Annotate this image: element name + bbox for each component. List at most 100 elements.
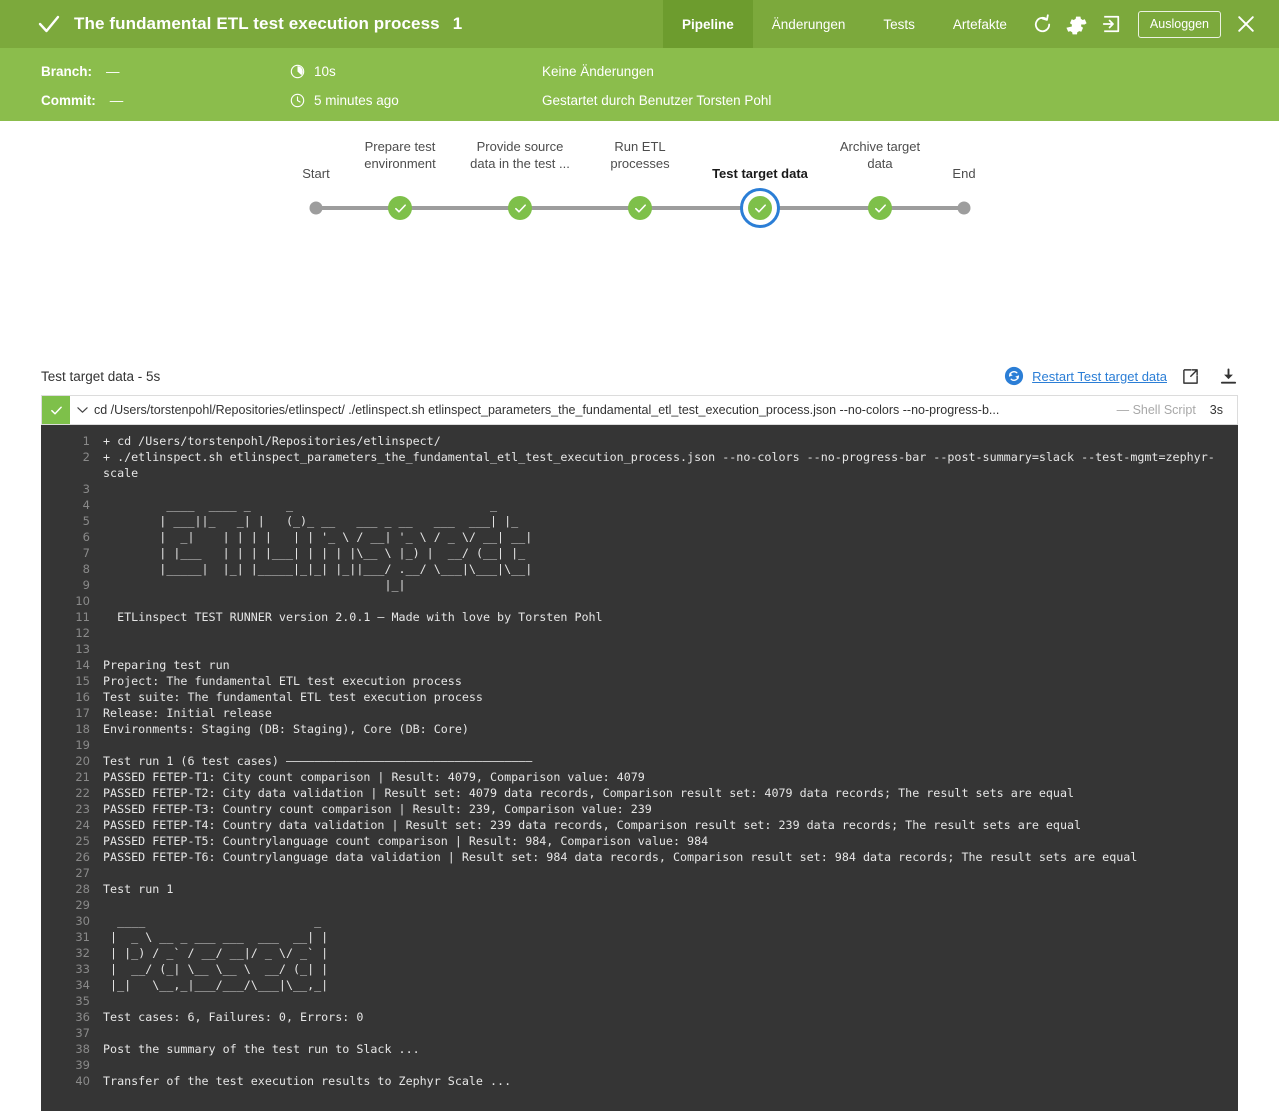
login-arrow-icon[interactable]: [1094, 0, 1128, 48]
clock-icon: [290, 93, 305, 108]
stage-node-prepare-test-environment[interactable]: [388, 196, 412, 220]
console-line: 4 ____ ____ _ _ _: [41, 497, 1238, 513]
console-line: 9 |_|: [41, 577, 1238, 593]
commit-field: Commit: —: [0, 93, 290, 108]
line-text: | __/ (_| \__ \__ \ __/ (_| |: [103, 962, 329, 976]
log-section-header: Test target data - 5s Restart Test targe…: [0, 361, 1279, 391]
timestamp-field: 5 minutes ago: [290, 93, 542, 108]
line-number: 17: [75, 706, 90, 720]
line-number: 32: [75, 946, 90, 960]
stage-label-test-target-data: Test target data: [712, 166, 808, 181]
success-check-icon: [748, 196, 772, 220]
line-text: Environments: Staging (DB: Staging), Cor…: [103, 722, 469, 736]
line-number: 28: [75, 882, 90, 896]
line-number: 40: [75, 1074, 90, 1088]
console-line: 5 | ___||_ _| | (_)_ __ ___ _ __ ___ ___…: [41, 513, 1238, 529]
success-check-icon: [388, 196, 412, 220]
stage-node-archive-target-data[interactable]: [868, 196, 892, 220]
line-text: |_____| |_| |_____|_|_| |_||___/ .__/ \_…: [103, 562, 533, 576]
console-line: 32 | |_) / _` / __/ __|/ _ \/ _` |: [41, 945, 1238, 961]
download-icon[interactable]: [1213, 364, 1243, 388]
console-line: 31 | _ \ __ _ ___ ___ ___ __| |: [41, 929, 1238, 945]
titlebar-left: The fundamental ETL test execution proce…: [0, 0, 663, 48]
close-icon[interactable]: [1229, 0, 1263, 48]
line-number: 6: [82, 530, 90, 544]
line-number: 29: [75, 898, 90, 912]
console-line: 26 PASSED FETEP-T6: Countrylanguage data …: [41, 849, 1238, 865]
main-nav: Pipeline Änderungen Tests Artefakte: [663, 0, 1026, 48]
external-link-icon[interactable]: [1175, 364, 1205, 388]
line-number: 37: [75, 1026, 90, 1040]
console-line: 30 ____ _: [41, 913, 1238, 929]
line-number: 36: [75, 1010, 90, 1024]
pipeline-stage-track: Start Prepare test environment Provide so…: [300, 138, 980, 228]
stage-node-test-target-data[interactable]: [740, 188, 780, 228]
stage-node-start[interactable]: [309, 201, 323, 215]
logout-button[interactable]: Ausloggen: [1137, 10, 1221, 38]
tab-artefakte[interactable]: Artefakte: [934, 0, 1026, 48]
log-header-actions: Restart Test target data: [1004, 364, 1243, 388]
success-check-icon: [508, 196, 532, 220]
line-number: 33: [75, 962, 90, 976]
selected-stage-ring: [740, 188, 780, 228]
console-line: 25 PASSED FETEP-T5: Countrylanguage count…: [41, 833, 1238, 849]
console-line: 28 Test run 1: [41, 881, 1238, 897]
tab-pipeline[interactable]: Pipeline: [663, 0, 753, 48]
line-number: 13: [75, 642, 90, 656]
line-number: 20: [75, 754, 90, 768]
line-text: | |___ | | | |___| | | | |\__ \ |_) | __…: [103, 546, 526, 560]
line-text: ____ _: [103, 914, 322, 928]
restart-circle-icon[interactable]: [1004, 366, 1024, 386]
line-number: 8: [82, 562, 90, 576]
console-line: 27: [41, 865, 1238, 881]
stopwatch-icon: [290, 64, 305, 79]
console-line: 6 | _| | | | | | | '_ \ / __| '_ \ / _ \…: [41, 529, 1238, 545]
gear-icon[interactable]: [1060, 0, 1094, 48]
console-line: 7 | |___ | | | |___| | | | |\__ \ |_) | …: [41, 545, 1238, 561]
tab-aenderungen[interactable]: Änderungen: [753, 0, 865, 48]
line-number: 23: [75, 802, 90, 816]
timestamp-value: 5 minutes ago: [314, 93, 399, 108]
console-line: 3: [41, 481, 1238, 497]
line-number: 9: [82, 578, 90, 592]
line-text: Project: The fundamental ETL test execut…: [103, 674, 462, 688]
changes-text: Keine Änderungen: [542, 64, 654, 79]
line-number: 16: [75, 690, 90, 704]
log-section-title: Test target data - 5s: [41, 368, 161, 384]
line-text: PASSED FETEP-T6: Countrylanguage data va…: [103, 850, 1138, 864]
duration-value: 10s: [314, 64, 336, 79]
line-text: Test run 1: [103, 882, 174, 896]
line-number: 14: [75, 658, 90, 672]
stage-node-end[interactable]: [957, 201, 971, 215]
line-number: 34: [75, 978, 90, 992]
line-number: 26: [75, 850, 90, 864]
line-number: 30: [75, 914, 90, 928]
chevron-down-icon[interactable]: [70, 396, 94, 424]
refresh-icon[interactable]: [1026, 0, 1060, 48]
line-number: 27: [75, 866, 90, 880]
branch-field: Branch: —: [0, 64, 290, 79]
line-number: 3: [82, 482, 90, 496]
console-line: 38 Post the summary of the test run to Sl…: [41, 1041, 1238, 1057]
command-bar[interactable]: cd /Users/torstenpohl/Repositories/etlin…: [41, 395, 1238, 425]
line-number: 7: [82, 546, 90, 560]
line-text: Transfer of the test execution results t…: [103, 1074, 512, 1088]
line-text: | _| | | | | | | '_ \ / __| '_ \ / _ \/ …: [103, 530, 533, 544]
console-line: 12: [41, 625, 1238, 641]
console-output[interactable]: 1 + cd /Users/torstenpohl/Repositories/et…: [41, 425, 1238, 1111]
console-line: 20 Test run 1 (6 test cases) ————————————…: [41, 753, 1238, 769]
line-text: | |_) / _` / __/ __|/ _ \/ _` |: [103, 946, 329, 960]
line-number: 2: [82, 450, 90, 464]
line-text: Test suite: The fundamental ETL test exe…: [103, 690, 483, 704]
restart-stage-link[interactable]: Restart Test target data: [1032, 369, 1167, 384]
tab-tests[interactable]: Tests: [864, 0, 934, 48]
command-text: cd /Users/torstenpohl/Repositories/etlin…: [94, 403, 1000, 417]
commit-value: —: [109, 93, 124, 108]
success-check-icon: [868, 196, 892, 220]
line-text: Test cases: 6, Failures: 0, Errors: 0: [103, 1010, 364, 1024]
stage-node-provide-source-data[interactable]: [508, 196, 532, 220]
console-line: 24 PASSED FETEP-T4: Country data validati…: [41, 817, 1238, 833]
stage-node-run-etl-processes[interactable]: [628, 196, 652, 220]
stage-node-track: [300, 188, 980, 228]
line-text: ETLinspect TEST RUNNER version 2.0.1 — M…: [103, 610, 603, 624]
